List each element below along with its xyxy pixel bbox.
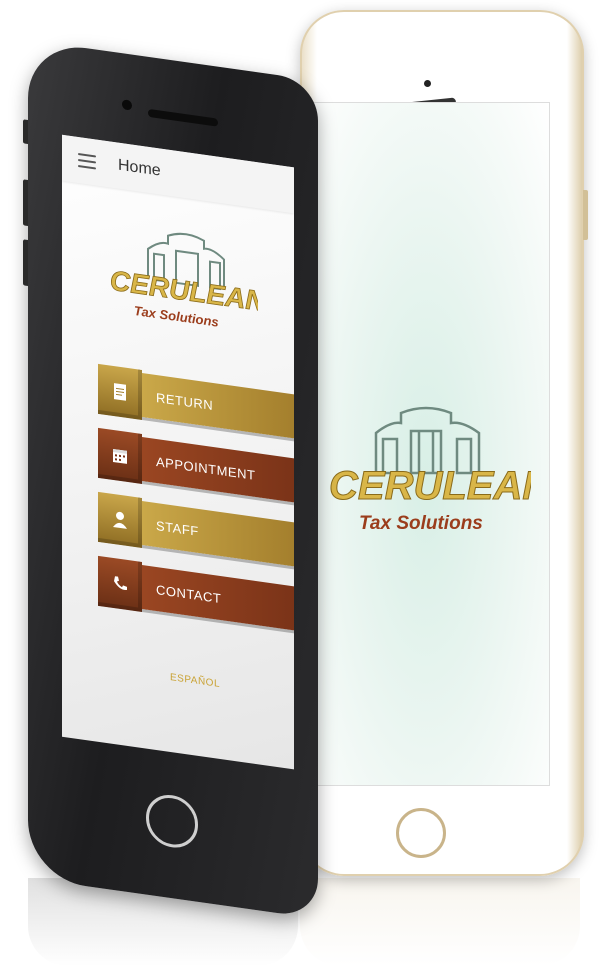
mockup-stage: CERULEAN Tax Solutions Home CERULEAN Tax… — [0, 0, 600, 966]
earpiece-speaker — [148, 108, 218, 127]
dark-phone-home-button[interactable] — [146, 791, 198, 851]
proximity-sensor — [424, 80, 431, 87]
gold-phone-home-button[interactable] — [396, 808, 446, 858]
hamburger-menu-icon[interactable] — [78, 153, 96, 170]
phone-icon — [98, 555, 142, 613]
menu-item-label: CONTACT — [142, 565, 294, 631]
front-camera — [122, 99, 132, 111]
splash-brand-text: CERULEAN — [329, 464, 531, 508]
app-bar: Home — [62, 134, 294, 214]
volume-up-button — [23, 179, 28, 226]
main-menu: RETURN APPOINTMENT STAFF CONTACT — [98, 362, 294, 646]
volume-down-button — [23, 239, 28, 286]
tax-form-icon — [98, 363, 142, 421]
right-phone-reflection — [300, 878, 580, 966]
cerulean-logo: CERULEAN Tax Solutions — [110, 232, 258, 330]
power-button — [583, 190, 588, 240]
splash-screen: CERULEAN Tax Solutions — [302, 102, 550, 786]
home-screen: Home CERULEAN Tax Solutions RETURN APPOI… — [62, 134, 294, 770]
menu-item-label: RETURN — [142, 373, 294, 439]
calendar-icon — [98, 427, 142, 485]
dark-phone-frame: Home CERULEAN Tax Solutions RETURN APPOI… — [23, 40, 318, 919]
menu-item-label: APPOINTMENT — [142, 437, 294, 503]
mute-switch — [23, 119, 28, 144]
cerulean-splash-logo: CERULEAN Tax Solutions — [329, 406, 531, 534]
language-link-espanol[interactable]: ESPAÑOL — [170, 672, 220, 690]
page-title: Home — [118, 156, 161, 180]
splash-tagline-text: Tax Solutions — [359, 513, 483, 534]
gold-phone-frame: CERULEAN Tax Solutions — [300, 10, 588, 876]
menu-item-label: STAFF — [142, 501, 294, 567]
person-icon — [98, 491, 142, 549]
